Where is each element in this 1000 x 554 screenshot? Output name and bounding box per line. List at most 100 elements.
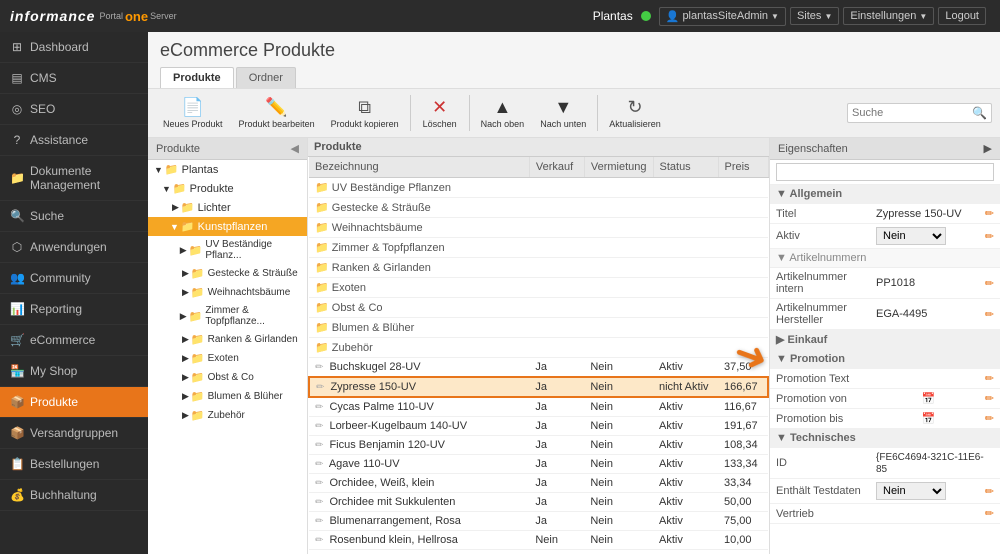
table-row[interactable]: ✏ Agave 110-UV JaNeinAktiv133,34 xyxy=(309,455,768,474)
tree-item-weihnachts[interactable]: ▶ 📁 Weihnachtsbäume xyxy=(148,283,307,302)
sidebar-item-myshop[interactable]: 🏪 My Shop xyxy=(0,356,148,387)
edit-icon[interactable]: ✏ xyxy=(985,485,994,498)
tree-item-exoten[interactable]: ▶ 📁 Exoten xyxy=(148,349,307,368)
table-scroll[interactable]: Bezeichnung Verkauf Vermietung Status Pr… xyxy=(308,157,769,554)
table-row[interactable]: ✏ Orchidee mit Sukkulenten JaNeinAktiv50… xyxy=(309,493,768,512)
props-header: Eigenschaften ▶ xyxy=(770,138,1000,160)
section-toggle-icon[interactable]: ▶ xyxy=(776,334,784,346)
table-row[interactable]: 📁 Zubehör xyxy=(309,338,768,358)
buchhaltung-icon: 💰 xyxy=(10,488,24,502)
tree-item-produkte-root[interactable]: ▼ 📁 Produkte xyxy=(148,179,307,198)
table-row[interactable]: 📁 Blumen & Blüher xyxy=(309,318,768,338)
folder-icon: 📁 xyxy=(315,322,329,334)
sidebar-item-dokumente[interactable]: 📁 Dokumente Management xyxy=(0,156,148,201)
collapse-icon[interactable]: ◀ xyxy=(291,142,299,155)
tab-produkte[interactable]: Produkte xyxy=(160,67,234,88)
table-row[interactable]: 📁 UV Beständige Pflanzen xyxy=(309,178,768,198)
sidebar-item-assistance[interactable]: ? Assistance xyxy=(0,125,148,156)
folder-icon: 📁 xyxy=(315,302,329,314)
sidebar-item-versandgruppen[interactable]: 📦 Versandgruppen xyxy=(0,418,148,449)
tree-item-zubehor[interactable]: ▶ 📁 Zubehör xyxy=(148,406,307,425)
testdaten-select[interactable]: NeinJa xyxy=(876,482,946,500)
logout-button[interactable]: Logout xyxy=(938,7,986,25)
sidebar-item-ecommerce[interactable]: 🛒 eCommerce xyxy=(0,325,148,356)
sidebar-item-anwendungen[interactable]: ⬡ Anwendungen xyxy=(0,232,148,263)
sidebar-item-seo[interactable]: ◎ SEO xyxy=(0,94,148,125)
table-row[interactable]: 📁 Exoten xyxy=(309,278,768,298)
sidebar-item-reporting[interactable]: 📊 Reporting xyxy=(0,294,148,325)
new-product-button[interactable]: 📄 Neues Produkt xyxy=(156,93,230,133)
sidebar-item-cms[interactable]: ▤ CMS xyxy=(0,63,148,94)
props-table: ▼ Allgemein Titel Zypresse 150-UV ✏ xyxy=(770,185,1000,524)
sidebar-item-produkte[interactable]: 📦 Produkte xyxy=(0,387,148,418)
table-row[interactable]: ✏ Orchidee, Weiß, klein JaNeinAktiv33,34 xyxy=(309,474,768,493)
tree-item-plantas[interactable]: ▼ 📁 Plantas xyxy=(148,160,307,179)
edit-icon: ✏ xyxy=(315,440,323,451)
table-row[interactable]: 📁 Ranken & Girlanden xyxy=(309,258,768,278)
subsection-toggle-icon[interactable]: ▼ xyxy=(776,252,787,264)
search-input[interactable] xyxy=(852,107,972,119)
copy-product-icon: ⧉ xyxy=(358,97,371,118)
edit-icon[interactable]: ✏ xyxy=(985,412,994,425)
tree-header: Produkte ◀ xyxy=(148,138,307,160)
section-toggle-icon[interactable]: ▼ xyxy=(776,432,787,444)
table-row[interactable]: 📁 Gestecke & Sträuße xyxy=(309,198,768,218)
sidebar-item-bestellungen[interactable]: 📋 Bestellungen xyxy=(0,449,148,480)
tree-item-kunstpflanzen[interactable]: ▼ 📁 Kunstpflanzen xyxy=(148,217,307,236)
aktiv-select[interactable]: NeinJa xyxy=(876,227,946,245)
dokumente-icon: 📁 xyxy=(10,171,24,185)
tree-item-zimmer[interactable]: ▶ 📁 Zimmer & Topfpflanze... xyxy=(148,302,307,330)
sidebar-item-suche[interactable]: 🔍 Suche xyxy=(0,201,148,232)
sites-menu[interactable]: Sites ▼ xyxy=(790,7,839,25)
folder-icon: 📁 xyxy=(165,163,179,176)
tree-item-obst[interactable]: ▶ 📁 Obst & Co xyxy=(148,368,307,387)
calendar-icon[interactable]: 📅 xyxy=(922,392,936,405)
settings-menu[interactable]: Einstellungen ▼ xyxy=(843,7,934,25)
section-toggle-icon[interactable]: ▼ xyxy=(776,353,787,365)
sidebar-item-dashboard[interactable]: ⊞ Dashboard xyxy=(0,32,148,63)
edit-icon[interactable]: ✏ xyxy=(985,372,994,385)
tree-item-gestecke[interactable]: ▶ 📁 Gestecke & Sträuße xyxy=(148,264,307,283)
tab-ordner[interactable]: Ordner xyxy=(236,67,296,88)
content-header: eCommerce Produkte Produkte Ordner xyxy=(148,32,1000,89)
sidebar-item-buchhaltung[interactable]: 💰 Buchhaltung xyxy=(0,480,148,511)
calendar-icon[interactable]: 📅 xyxy=(922,412,936,425)
table-row[interactable]: ✏ Buchskugel 28-UV JaNeinAktiv37,50 xyxy=(309,358,768,378)
refresh-button[interactable]: ↻ Aktualisieren xyxy=(602,93,668,133)
table-row-selected[interactable]: ✏ Zypresse 150-UV JaNeinnicht Aktiv166,6… xyxy=(309,377,768,397)
edit-icon[interactable]: ✏ xyxy=(985,392,994,405)
sidebar-item-community[interactable]: 👥 Community xyxy=(0,263,148,294)
section-toggle-icon[interactable]: ▼ xyxy=(776,188,787,200)
copy-product-button[interactable]: ⧉ Produkt kopieren xyxy=(324,93,406,133)
move-down-button[interactable]: ▼ Nach unten xyxy=(533,93,593,133)
delete-button[interactable]: ✕ Löschen xyxy=(415,93,465,133)
edit-product-button[interactable]: ✏️ Produkt bearbeiten xyxy=(232,93,322,133)
table-row[interactable]: 📁 Weihnachtsbäume xyxy=(309,218,768,238)
tree-item-ranken[interactable]: ▶ 📁 Ranken & Girlanden xyxy=(148,330,307,349)
myshop-icon: 🏪 xyxy=(10,364,24,378)
tree-item-blumen[interactable]: ▶ 📁 Blumen & Blüher xyxy=(148,387,307,406)
user-menu[interactable]: 👤 plantasSiteAdmin ▼ xyxy=(659,7,786,26)
anwendungen-icon: ⬡ xyxy=(10,240,24,254)
table-row[interactable]: 📁 Zimmer & Topfpflanzen xyxy=(309,238,768,258)
edit-icon[interactable]: ✏ xyxy=(985,207,994,220)
toolbar-separator-2 xyxy=(469,95,470,131)
search-box: 🔍 xyxy=(847,103,992,123)
table-row[interactable]: ✏ Rosenbund klein, Hellrosa NeinNeinAkti… xyxy=(309,531,768,550)
edit-icon[interactable]: ✏ xyxy=(985,308,994,321)
edit-icon[interactable]: ✏ xyxy=(985,507,994,520)
table-row[interactable]: 📁 Obst & Co xyxy=(309,298,768,318)
table-row[interactable]: ✏ Cycas Palme 110-UV JaNeinAktiv116,67 xyxy=(309,397,768,417)
move-up-button[interactable]: ▲ Nach oben xyxy=(474,93,532,133)
edit-icon[interactable]: ✏ xyxy=(985,277,994,290)
tree-item-lichter[interactable]: ▶ 📁 Lichter xyxy=(148,198,307,217)
tree-panel: Produkte ◀ ▼ 📁 Plantas ▼ 📁 Produkte xyxy=(148,138,308,554)
props-search-input[interactable] xyxy=(776,163,994,181)
edit-icon[interactable]: ✏ xyxy=(985,230,994,243)
table-panel: Produkte Bezeichnung Verkauf Vermietung … xyxy=(308,138,770,554)
table-row[interactable]: ✏ Lorbeer-Kugelbaum 140-UV JaNeinAktiv19… xyxy=(309,417,768,436)
table-row[interactable]: ✏ Ficus Benjamin 120-UV JaNeinAktiv108,3… xyxy=(309,436,768,455)
tree-item-uv[interactable]: ▶ 📁 UV Beständige Pflanz... xyxy=(148,236,307,264)
table-row[interactable]: ✏ Blumenarrangement, Rosa JaNeinAktiv75,… xyxy=(309,512,768,531)
props-expand-icon[interactable]: ▶ xyxy=(984,142,992,155)
